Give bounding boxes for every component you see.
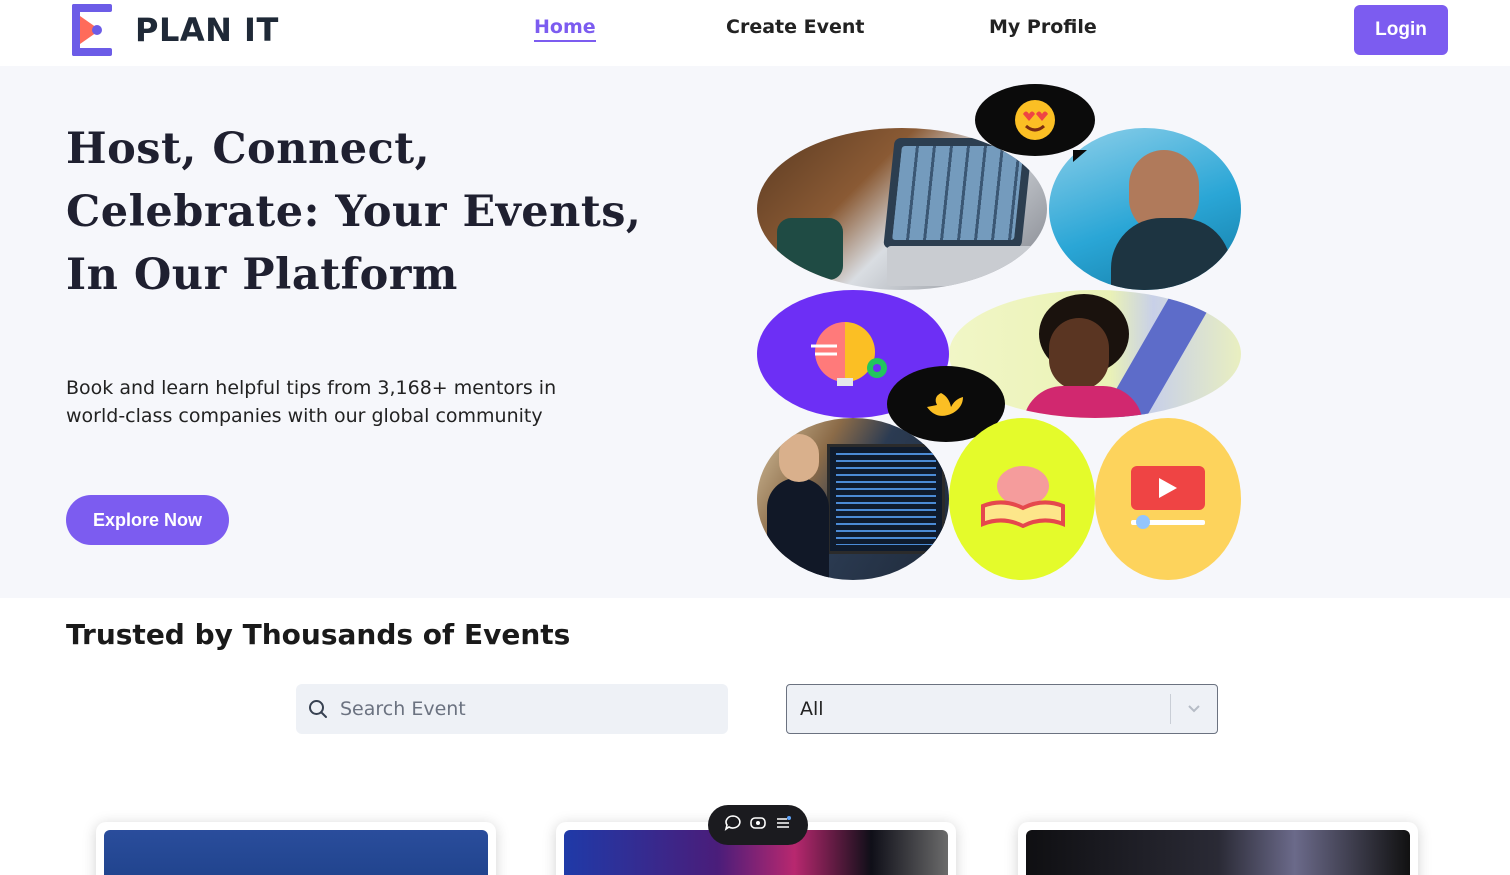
search-event-input[interactable] (340, 698, 700, 720)
top-navbar: PLAN IT Home Create Event My Profile Log… (0, 0, 1510, 66)
plan-it-logo-icon (70, 4, 116, 56)
laptop-screen (883, 138, 1033, 248)
event-card-3[interactable] (1018, 822, 1418, 875)
eye-icon[interactable] (749, 814, 767, 836)
event-card-1[interactable] (96, 822, 496, 875)
nav-home-link[interactable]: Home (534, 16, 596, 42)
hero-subtitle-line-1: Book and learn helpful tips from 3,168+ … (66, 377, 557, 399)
brand-name: PLAN IT (135, 11, 279, 49)
hero-title-line-2: Celebrate: Your Events, (66, 187, 642, 237)
event-filter-select[interactable]: All (786, 684, 1218, 734)
hero-collage (757, 66, 1257, 598)
event-card-1-image (104, 830, 488, 875)
brain-book-icon (981, 466, 1065, 528)
pinching-hand-emoji-icon (927, 393, 963, 416)
menu-list-icon[interactable] (774, 814, 792, 836)
floating-toolbar (708, 805, 808, 845)
presenter-screen-photo (757, 418, 949, 580)
hero-subtitle: Book and learn helpful tips from 3,168+ … (66, 374, 626, 430)
nav-create-event-link[interactable]: Create Event (726, 16, 864, 38)
brain-book-tile (949, 418, 1095, 580)
laptop-video-call-photo (757, 128, 1047, 290)
video-play-icon (1131, 466, 1205, 529)
explore-now-button[interactable]: Explore Now (66, 495, 229, 545)
event-card-3-image (1026, 830, 1410, 875)
hero-subtitle-line-2: world-class companies with our global co… (66, 405, 543, 427)
brain-lightbulb-icon (811, 322, 887, 386)
heart-eyes-emoji-icon (1015, 100, 1055, 140)
video-play-tile (1095, 418, 1241, 580)
brand-logo[interactable]: PLAN IT (70, 4, 279, 56)
search-event-field[interactable] (296, 684, 728, 734)
section-title: Trusted by Thousands of Events (66, 618, 571, 651)
login-button[interactable]: Login (1354, 5, 1448, 55)
hero-title: Host, Connect, Celebrate: Your Events, I… (66, 118, 666, 307)
chevron-down-icon[interactable] (1171, 685, 1217, 733)
filter-selected-value: All (800, 698, 824, 720)
heart-eyes-bubble (975, 84, 1095, 162)
nav-my-profile-link[interactable]: My Profile (989, 16, 1097, 38)
chat-bubble-icon[interactable] (724, 814, 742, 836)
hero-section: Host, Connect, Celebrate: Your Events, I… (0, 66, 1510, 598)
hero-title-line-3: In Our Platform (66, 250, 458, 300)
hero-title-line-1: Host, Connect, (66, 124, 431, 174)
mug-icon (777, 218, 843, 280)
search-icon (309, 700, 327, 718)
